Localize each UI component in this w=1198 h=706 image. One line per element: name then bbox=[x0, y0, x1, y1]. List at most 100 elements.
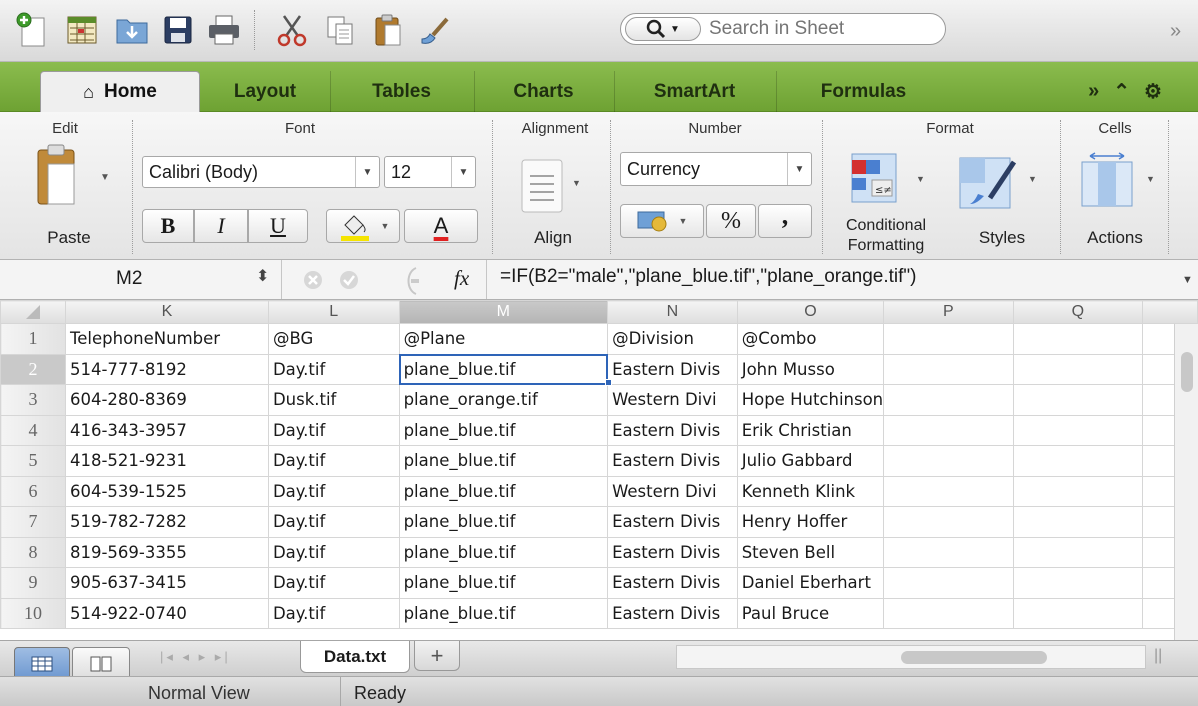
cell-m10[interactable]: plane_blue.tif bbox=[398, 597, 609, 629]
column-header-o[interactable]: O bbox=[736, 300, 885, 324]
cell-o4[interactable]: Erik Christian bbox=[736, 414, 885, 446]
sheet-navigation-arrows[interactable]: |◂ ◂ ▸ ▸| bbox=[160, 649, 231, 665]
tab-formulas[interactable]: Formulas bbox=[776, 71, 950, 112]
select-all-corner[interactable] bbox=[0, 300, 66, 324]
open-folder-icon[interactable] bbox=[114, 10, 150, 50]
copy-icon[interactable] bbox=[322, 10, 358, 50]
cell-o9[interactable]: Daniel Eberhart bbox=[736, 567, 885, 599]
column-header-m[interactable]: M bbox=[398, 300, 609, 324]
percent-button[interactable]: % bbox=[706, 204, 756, 238]
row-header[interactable]: 2 bbox=[0, 353, 66, 385]
underline-button[interactable]: U bbox=[248, 209, 308, 243]
conditional-formatting-button[interactable]: ≤≠ ▼ Conditional Formatting bbox=[836, 146, 946, 258]
cell-p5[interactable] bbox=[883, 445, 1014, 477]
row-header[interactable]: 7 bbox=[0, 506, 66, 538]
cell-k7[interactable]: 519-782-7282 bbox=[64, 506, 269, 538]
print-icon[interactable] bbox=[206, 10, 242, 50]
function-wizard-icon[interactable] bbox=[400, 266, 420, 296]
cancel-icon[interactable] bbox=[302, 269, 324, 291]
align-button[interactable]: ▼ bbox=[512, 152, 592, 222]
cell-m7[interactable]: plane_blue.tif bbox=[398, 506, 609, 538]
save-icon[interactable] bbox=[160, 10, 196, 50]
row-header[interactable]: 1 bbox=[0, 323, 66, 355]
cell-m1[interactable]: @Plane bbox=[398, 323, 609, 355]
fill-color-button[interactable]: ▼ bbox=[326, 209, 400, 243]
font-size-select[interactable]: 12 ▼ bbox=[384, 156, 476, 188]
paste-button[interactable]: ▼ Paste bbox=[26, 136, 126, 256]
cell-p2[interactable] bbox=[883, 353, 1014, 385]
tab-home[interactable]: ⌂ Home bbox=[40, 71, 200, 112]
row-header[interactable]: 9 bbox=[0, 567, 66, 599]
tab-layout[interactable]: Layout bbox=[202, 71, 328, 112]
name-box[interactable]: M2 ⬍ bbox=[0, 260, 282, 299]
formula-input[interactable]: =IF(B2="male","plane_blue.tif","plane_or… bbox=[500, 266, 917, 288]
tab-smartart[interactable]: SmartArt bbox=[614, 71, 774, 112]
fill-handle[interactable] bbox=[605, 379, 612, 386]
cell-k1[interactable]: TelephoneNumber bbox=[64, 323, 269, 355]
cell-q4[interactable] bbox=[1012, 414, 1144, 446]
cell-l1[interactable]: @BG bbox=[267, 323, 400, 355]
cell-n10[interactable]: Eastern Divis bbox=[607, 597, 738, 629]
accounting-format-button[interactable]: ▼ bbox=[620, 204, 704, 238]
format-painter-icon[interactable] bbox=[416, 10, 452, 50]
cell-p8[interactable] bbox=[883, 536, 1014, 568]
expand-formula-icon[interactable]: ▼ bbox=[1182, 274, 1193, 286]
cell-l10[interactable]: Day.tif bbox=[267, 597, 400, 629]
cell-o8[interactable]: Steven Bell bbox=[736, 536, 885, 568]
cell-l2[interactable]: Day.tif bbox=[267, 353, 400, 385]
cell-n3[interactable]: Western Divi bbox=[607, 384, 738, 416]
cell-l6[interactable]: Day.tif bbox=[267, 475, 400, 507]
cell-k8[interactable]: 819-569-3355 bbox=[64, 536, 269, 568]
cell-l7[interactable]: Day.tif bbox=[267, 506, 400, 538]
cell-m6[interactable]: plane_blue.tif bbox=[398, 475, 609, 507]
cell-n8[interactable]: Eastern Divis bbox=[607, 536, 738, 568]
bold-button[interactable]: B bbox=[142, 209, 194, 243]
cell-q8[interactable] bbox=[1012, 536, 1144, 568]
cell-o3[interactable]: Hope Hutchinson bbox=[736, 384, 885, 416]
actions-button[interactable]: ▼ Actions bbox=[1072, 146, 1162, 258]
cell-o5[interactable]: Julio Gabbard bbox=[736, 445, 885, 477]
tab-tables[interactable]: Tables bbox=[330, 71, 472, 112]
cell-q6[interactable] bbox=[1012, 475, 1144, 507]
cell-l4[interactable]: Day.tif bbox=[267, 414, 400, 446]
cell-o10[interactable]: Paul Bruce bbox=[736, 597, 885, 629]
cell-p3[interactable] bbox=[883, 384, 1014, 416]
enter-check-icon[interactable] bbox=[338, 269, 360, 291]
column-header-q[interactable]: Q bbox=[1012, 300, 1144, 324]
horizontal-scrollbar[interactable] bbox=[676, 645, 1146, 669]
number-format-select[interactable]: Currency ▼ bbox=[620, 152, 812, 186]
font-name-select[interactable]: Calibri (Body) ▼ bbox=[142, 156, 380, 188]
split-handle-icon[interactable]: || bbox=[1154, 647, 1162, 665]
cell-p1[interactable] bbox=[883, 323, 1014, 355]
search-input[interactable] bbox=[709, 18, 939, 40]
fx-label[interactable]: fx bbox=[454, 266, 469, 291]
template-gallery-icon[interactable] bbox=[64, 10, 100, 50]
cell-k3[interactable]: 604-280-8369 bbox=[64, 384, 269, 416]
gear-icon[interactable]: ⚙ bbox=[1144, 79, 1162, 104]
toolbar-overflow-icon[interactable]: » bbox=[1170, 20, 1181, 43]
column-header-n[interactable]: N bbox=[607, 300, 738, 324]
vertical-scroll-thumb[interactable] bbox=[1181, 352, 1193, 392]
row-header[interactable]: 4 bbox=[0, 414, 66, 446]
cell-p10[interactable] bbox=[883, 597, 1014, 629]
more-tabs-icon[interactable]: » bbox=[1088, 80, 1099, 103]
tab-charts[interactable]: Charts bbox=[474, 71, 612, 112]
cell-q10[interactable] bbox=[1012, 597, 1144, 629]
row-header[interactable]: 3 bbox=[0, 384, 66, 416]
cell-n1[interactable]: @Division bbox=[607, 323, 738, 355]
cell-l3[interactable]: Dusk.tif bbox=[267, 384, 400, 416]
cell-o1[interactable]: @Combo bbox=[736, 323, 885, 355]
cell-k6[interactable]: 604-539-1525 bbox=[64, 475, 269, 507]
paste-icon[interactable] bbox=[370, 10, 406, 50]
cell-p7[interactable] bbox=[883, 506, 1014, 538]
cell-m4[interactable]: plane_blue.tif bbox=[398, 414, 609, 446]
collapse-ribbon-icon[interactable]: ⌃ bbox=[1113, 79, 1130, 104]
cell-m8[interactable]: plane_blue.tif bbox=[398, 536, 609, 568]
cell-n7[interactable]: Eastern Divis bbox=[607, 506, 738, 538]
row-header[interactable]: 8 bbox=[0, 536, 66, 568]
cell-n2[interactable]: Eastern Divis bbox=[607, 353, 738, 385]
new-document-icon[interactable] bbox=[14, 10, 50, 50]
cell-k5[interactable]: 418-521-9231 bbox=[64, 445, 269, 477]
cell-k9[interactable]: 905-637-3415 bbox=[64, 567, 269, 599]
horizontal-scroll-thumb[interactable] bbox=[901, 651, 1047, 664]
